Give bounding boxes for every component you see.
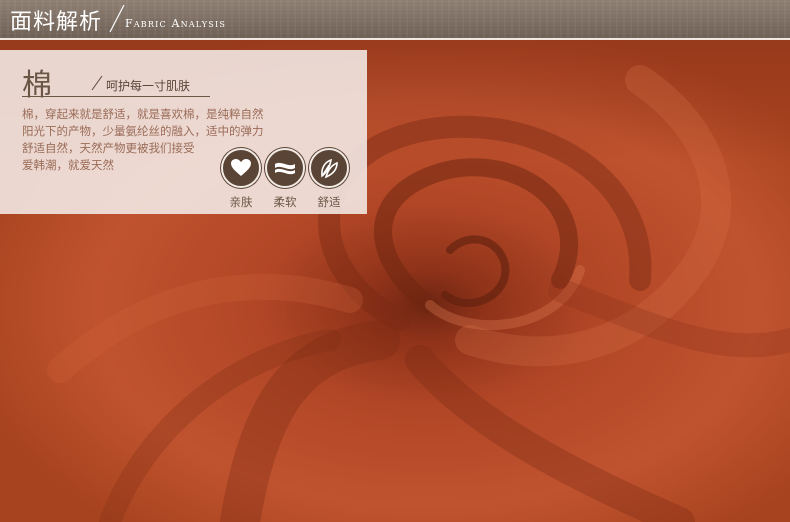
section-title: 面料解析 — [10, 10, 103, 35]
feature-label: 柔软 — [273, 195, 297, 209]
feature-soft: 柔软 — [265, 148, 305, 210]
feature-label: 舒适 — [317, 195, 341, 209]
leaf-icon — [309, 148, 349, 188]
description-line: 棉，穿起来就是舒适，就是喜欢棉，是纯粹自然 — [22, 107, 264, 121]
description-line: 爱韩潮，就爱天然 — [22, 158, 114, 172]
fabric-layers-icon — [265, 148, 305, 188]
feature-comfortable: 舒适 — [309, 148, 349, 210]
title-slash-icon — [109, 4, 125, 33]
feature-label: 亲肤 — [229, 195, 253, 209]
header-bar: 面料解析 Fabric Analysis — [0, 0, 790, 38]
fabric-description: 棉，穿起来就是舒适，就是喜欢棉，是纯粹自然 阳光下的产物，少量氨纶丝的融入，适中… — [22, 106, 304, 174]
feature-skin-friendly: 亲肤 — [221, 148, 261, 210]
fabric-slogan: 呵护每一寸肌肤 — [106, 79, 191, 93]
description-line: 舒适自然，天然产物更被我们接受 — [22, 141, 195, 155]
section-subtitle: Fabric Analysis — [125, 17, 227, 30]
fabric-name: 棉 — [22, 68, 52, 103]
slogan-slash-icon — [91, 75, 103, 91]
description-line: 阳光下的产物，少量氨纶丝的融入，适中的弹力 — [22, 124, 264, 138]
fabric-name-underline — [22, 96, 210, 97]
heart-icon — [221, 148, 261, 188]
